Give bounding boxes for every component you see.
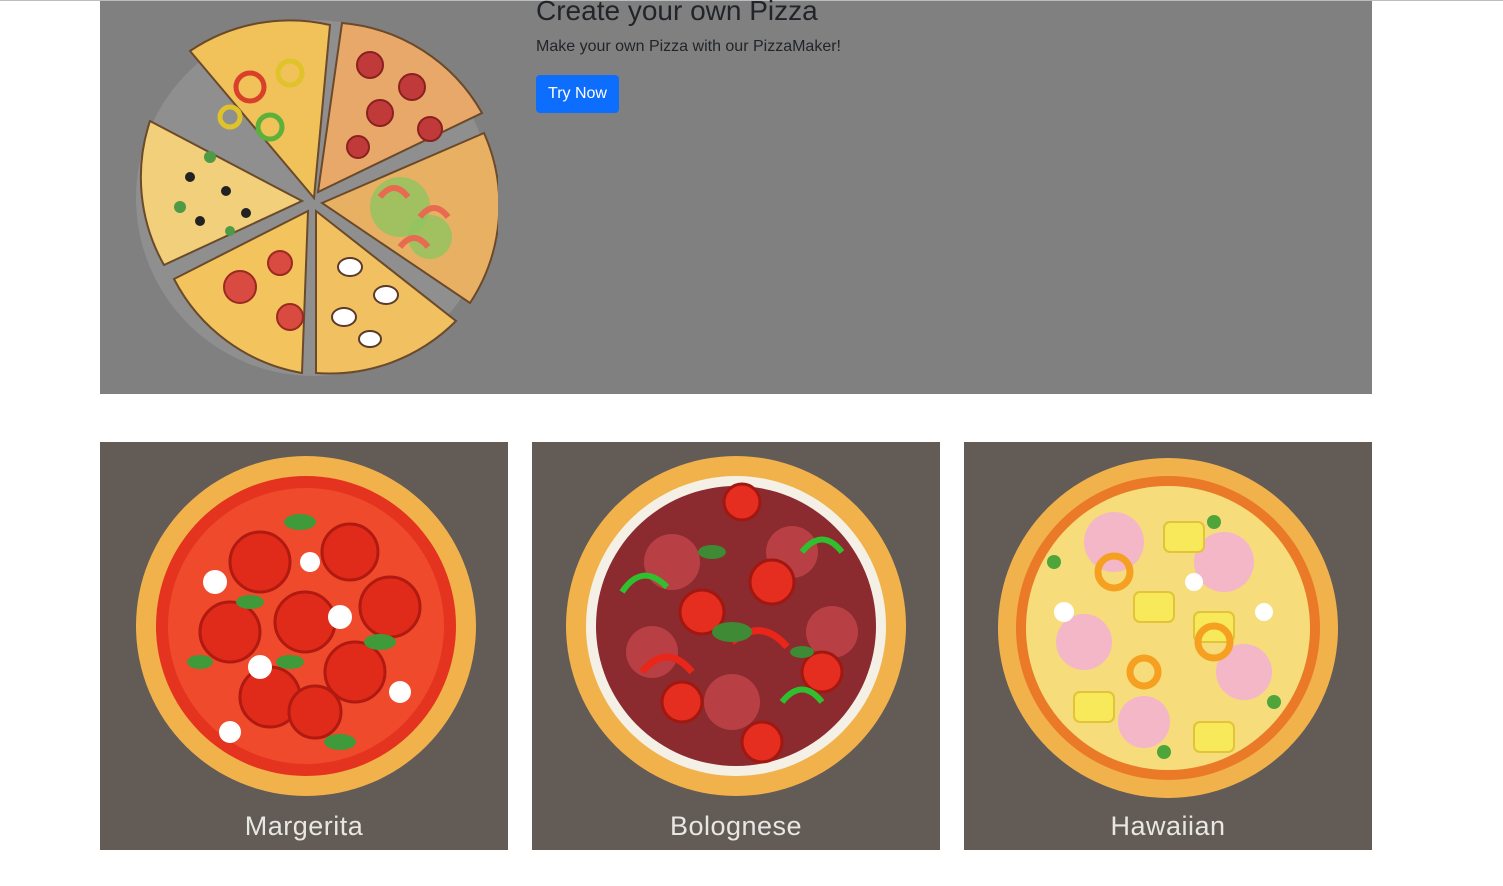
pizza-label: Margerita bbox=[244, 811, 364, 841]
try-now-button[interactable]: Try Now bbox=[536, 75, 619, 113]
hawaiian-pizza-icon bbox=[998, 458, 1338, 798]
pizza-card-bolognese[interactable]: Bolognese bbox=[532, 442, 940, 850]
hero-jumbotron: Create your own Pizza Make your own Pizz… bbox=[100, 0, 1372, 394]
pizza-label: Bolognese bbox=[669, 811, 803, 841]
sliced-pizza-illustration bbox=[136, 19, 498, 376]
hero-subtitle: Make your own Pizza with our PizzaMaker! bbox=[536, 38, 841, 55]
pizza-card-margerita[interactable]: Margerita bbox=[100, 442, 508, 850]
bolognese-pizza-icon bbox=[566, 456, 906, 796]
pizza-card-hawaiian[interactable]: Hawaiian bbox=[964, 442, 1372, 850]
hero-title: Create your own Pizza bbox=[536, 0, 818, 26]
margherita-pizza-icon bbox=[136, 456, 476, 796]
pizza-label: Hawaiian bbox=[1110, 811, 1226, 841]
